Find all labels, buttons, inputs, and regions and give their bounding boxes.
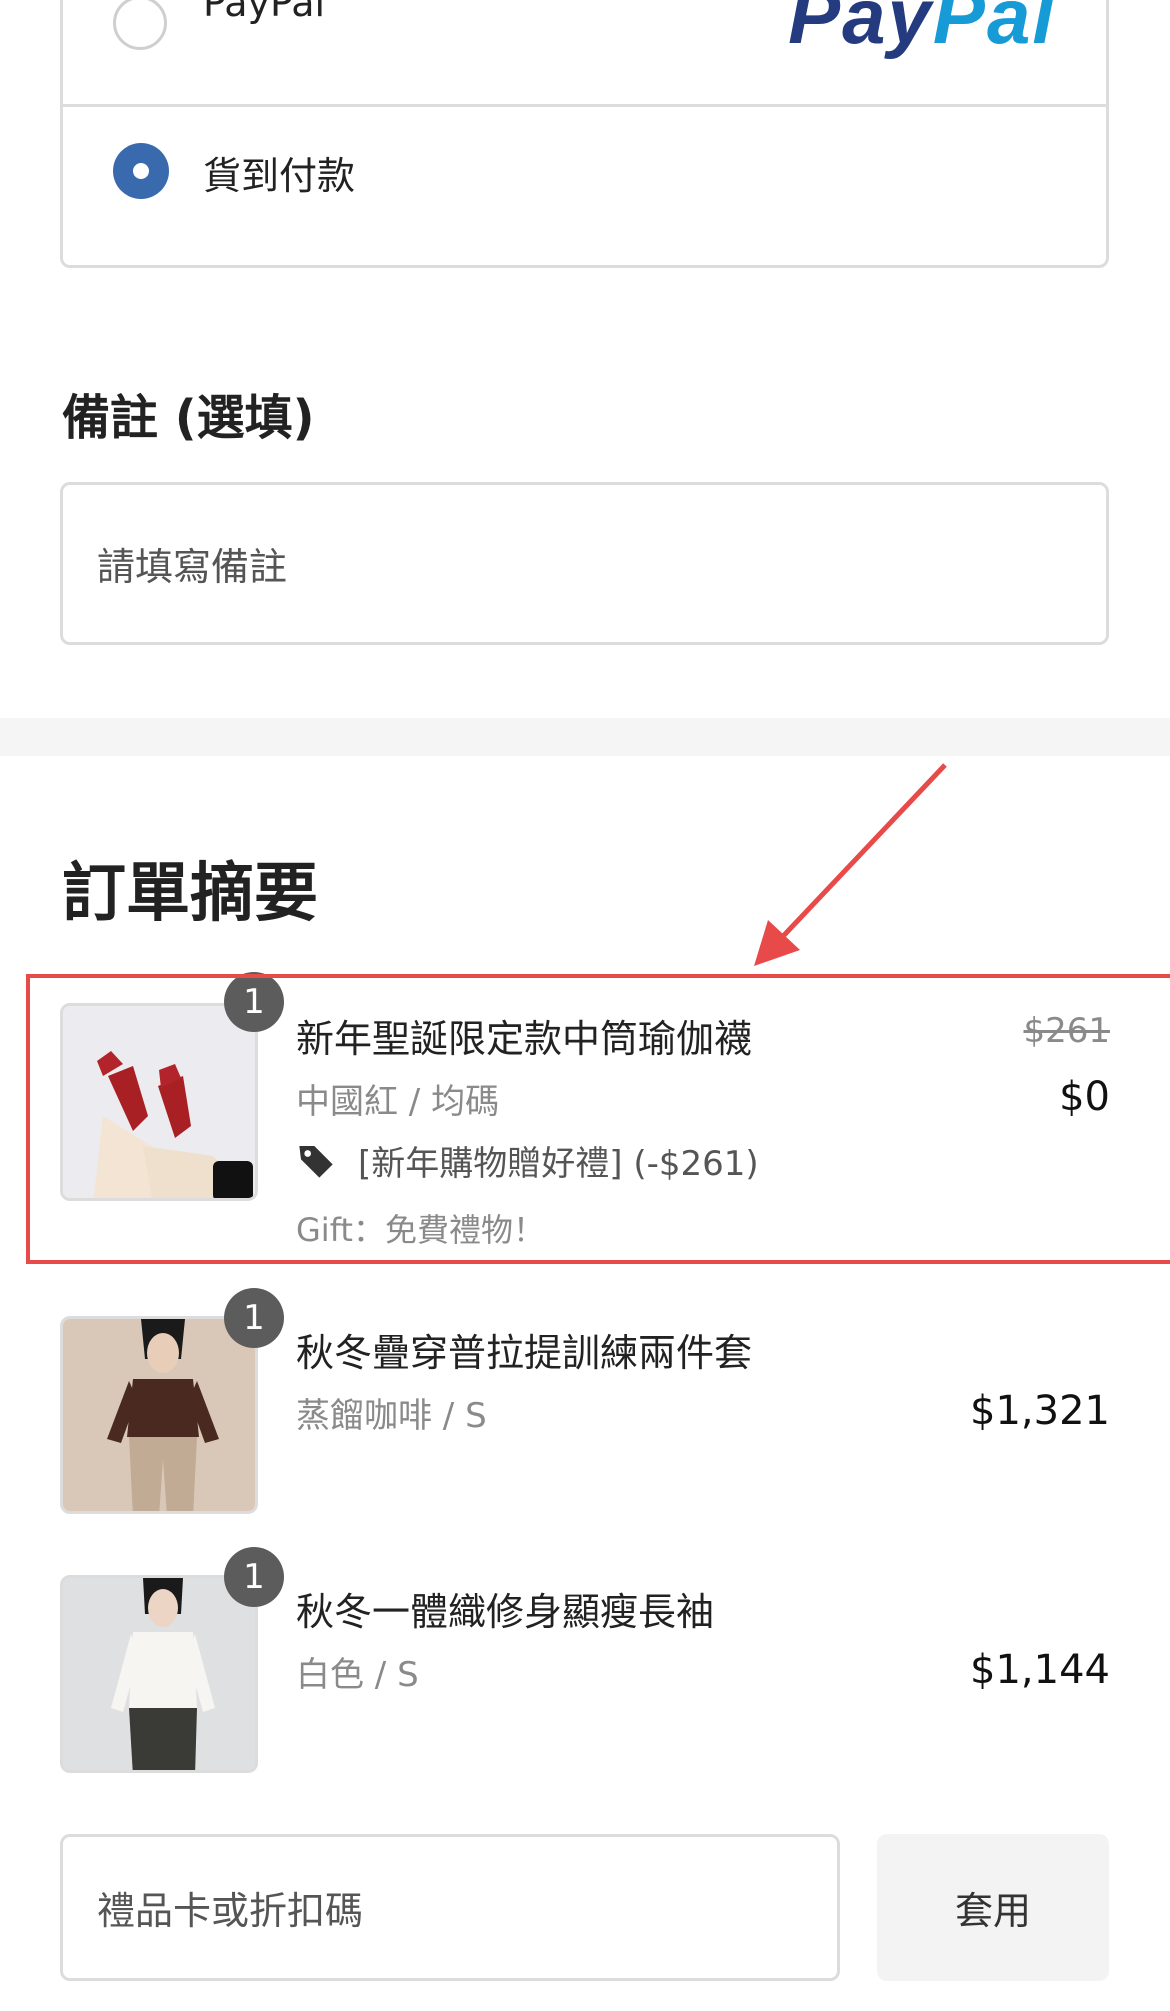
order-summary-title: 訂單摘要 <box>62 857 318 931</box>
notes-title: 備註 (選填) <box>62 390 315 446</box>
discount-line: [新年購物贈好禮] (-$261) <box>296 1136 759 1185</box>
quantity-badge: 1 <box>224 1288 284 1348</box>
product-thumbnail-pilates-set[interactable] <box>60 1316 258 1514</box>
product-variant: 蒸餾咖啡 / S <box>296 1396 487 1436</box>
apply-button[interactable]: 套用 <box>877 1834 1109 1981</box>
socks-image <box>63 1006 255 1198</box>
product-name: 新年聖誕限定款中筒瑜伽襪 <box>296 1017 753 1061</box>
payment-options: PayPal PayPal 貨到付款 <box>60 0 1109 268</box>
product-name: 秋冬疊穿普拉提訓練兩件套 <box>296 1331 753 1375</box>
cod-option-label[interactable]: 貨到付款 <box>203 145 355 200</box>
long-sleeve-image <box>63 1578 255 1770</box>
product-thumbnail-long-sleeve[interactable] <box>60 1575 258 1773</box>
paypal-logo: PayPal <box>788 0 1056 60</box>
paypal-radio[interactable] <box>113 0 167 50</box>
paypal-option-label[interactable]: PayPal <box>203 0 325 25</box>
tag-icon <box>299 1145 333 1178</box>
notes-input[interactable]: 請填寫備註 <box>60 482 1109 645</box>
product-thumbnail-socks[interactable] <box>60 1003 258 1201</box>
product-price: $1,144 <box>970 1647 1110 1693</box>
quantity-badge: 1 <box>224 1547 284 1607</box>
checkout-page: PayPal PayPal 貨到付款 備註 (選填) 請填寫備註 訂單摘要 1 … <box>0 0 1170 2011</box>
discount-text: [新年購物贈好禮] (-$261) <box>358 1144 759 1184</box>
product-variant: 中國紅 / 均碼 <box>296 1082 500 1122</box>
section-divider <box>0 718 1170 756</box>
discount-code-input[interactable]: 禮品卡或折扣碼 <box>60 1834 840 1981</box>
original-price: $261 <box>1023 1011 1110 1051</box>
cod-radio[interactable] <box>113 143 169 199</box>
product-price: $0 <box>1059 1074 1110 1120</box>
product-variant: 白色 / S <box>296 1655 419 1695</box>
product-price: $1,321 <box>970 1388 1110 1434</box>
quantity-badge: 1 <box>224 972 284 1032</box>
divider <box>63 104 1106 107</box>
annotation-arrow <box>754 763 947 966</box>
gift-note: Gift：免費禮物！ <box>296 1211 545 1249</box>
product-name: 秋冬一體織修身顯瘦長袖 <box>296 1590 715 1634</box>
pilates-set-image <box>63 1319 255 1511</box>
